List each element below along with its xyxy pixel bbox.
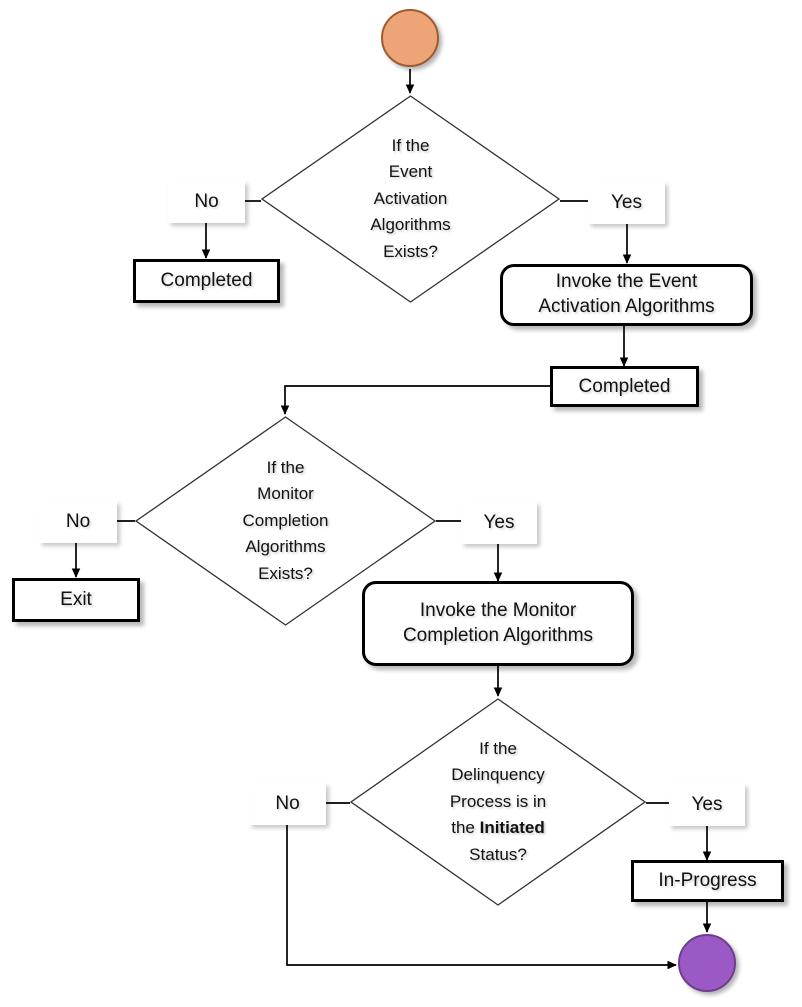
edge-label-text: Yes <box>611 192 642 213</box>
edge-label-yes-1: Yes <box>588 182 665 224</box>
completed-box-2[interactable]: Completed <box>550 366 699 407</box>
end-node[interactable] <box>678 934 736 992</box>
decision-label: If the Event Activation Algorithms Exist… <box>370 135 451 261</box>
in-progress-box[interactable]: In-Progress <box>631 860 784 902</box>
process-label: Invoke the Event Activation Algorithms <box>538 271 715 317</box>
completed-label: Completed <box>578 375 671 397</box>
start-node[interactable] <box>381 9 439 67</box>
edge-label-text: No <box>194 191 219 212</box>
process-label: Invoke the Monitor Completion Algorithms <box>402 599 594 646</box>
edge-label-yes-2: Yes <box>461 502 537 544</box>
edge-label-no-3: No <box>249 783 326 825</box>
completed-label: Completed <box>160 270 253 292</box>
edge-label-text: Yes <box>691 794 723 815</box>
exit-label: Exit <box>60 589 92 611</box>
decision-label: If the Monitor Completion Algorithms Exi… <box>242 457 329 583</box>
edge-label-no-1: No <box>168 181 245 223</box>
edge-completed2-to-decision2 <box>280 385 551 415</box>
edge-label-text: No <box>275 793 300 814</box>
decision-label-post: Status? <box>469 844 527 864</box>
edge-label-text: Yes <box>483 512 515 533</box>
flowchart-canvas: If the Event Activation Algorithms Exist… <box>0 0 802 1007</box>
edge-label-no-2: No <box>39 501 117 543</box>
in-progress-label: In-Progress <box>658 870 757 892</box>
invoke-event-activation-algorithms-box[interactable]: Invoke the Event Activation Algorithms <box>500 264 753 326</box>
invoke-monitor-completion-algorithms-box[interactable]: Invoke the Monitor Completion Algorithms <box>362 581 634 666</box>
edge-label-text: No <box>65 511 91 532</box>
decision-label: If the Delinquency Process is in the Ini… <box>446 736 550 869</box>
decision-delinquency-initiated-status[interactable]: If the Delinquency Process is in the Ini… <box>350 698 646 906</box>
exit-box[interactable]: Exit <box>12 578 140 622</box>
edge-label-yes-3: Yes <box>669 784 745 826</box>
decision-label-bold: Initiated <box>479 818 545 838</box>
completed-box-1[interactable]: Completed <box>133 259 280 303</box>
